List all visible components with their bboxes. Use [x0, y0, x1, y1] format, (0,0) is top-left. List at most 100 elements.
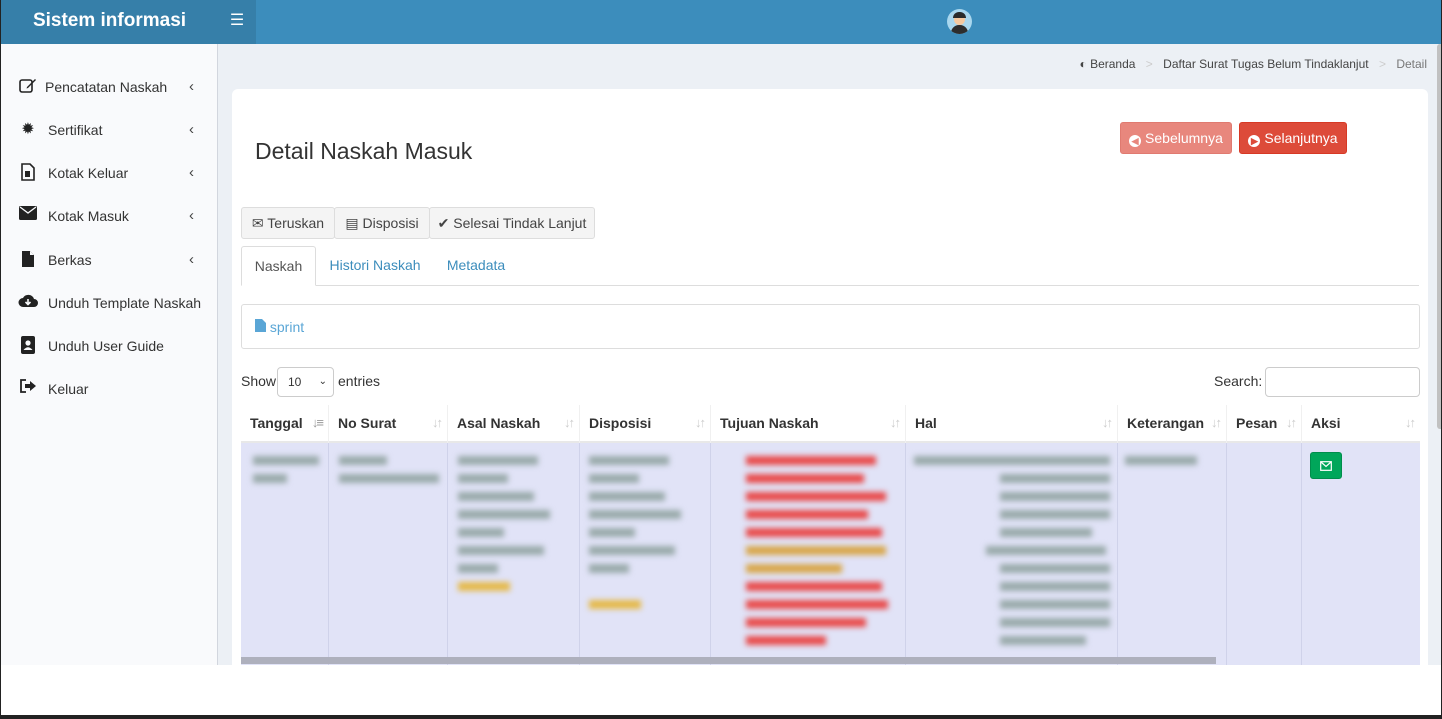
- previous-button[interactable]: ◀ Sebelumnya: [1120, 122, 1232, 154]
- dashboard-icon: ◐: [1079, 57, 1087, 71]
- chevron-left-icon: ‹: [189, 207, 194, 224]
- next-label: Selanjutnya: [1264, 130, 1338, 146]
- redacted-content: [253, 452, 323, 492]
- sort-icon: ↓↑: [695, 415, 706, 430]
- breadcrumb: ◐ Beranda > Daftar Surat Tugas Belum Tin…: [1079, 57, 1427, 71]
- sidebar-item-berkas[interactable]: Berkas ‹: [1, 250, 217, 290]
- user-avatar-icon[interactable]: [947, 9, 972, 34]
- column-label: Hal: [915, 415, 937, 431]
- envelope-icon: [18, 206, 38, 226]
- envelope-icon: ✉: [251, 215, 264, 231]
- window-bottom-border: [0, 715, 1442, 719]
- sign-out-icon: [18, 379, 38, 399]
- column-header-hal[interactable]: Hal ↓↑: [906, 405, 1118, 443]
- tab-histori-naskah[interactable]: Histori Naskah: [319, 246, 431, 286]
- column-header-keterangan[interactable]: Keterangan ↓↑: [1118, 405, 1227, 443]
- redacted-content: [339, 452, 443, 492]
- sidebar-item-sertifikat[interactable]: ✹ Sertifikat ‹: [1, 120, 217, 160]
- certificate-icon: ✹: [21, 121, 35, 138]
- user-guide-icon: [18, 336, 38, 356]
- column-header-no-surat[interactable]: No Surat ↓↑: [329, 405, 448, 443]
- horizontal-scrollbar[interactable]: [241, 657, 1216, 664]
- attachment-link[interactable]: sprint: [255, 319, 304, 335]
- cloud-download-icon: [18, 293, 38, 313]
- attachment-box: sprint: [241, 304, 1420, 349]
- redacted-content: [914, 452, 1112, 654]
- breadcrumb-separator: >: [1145, 57, 1153, 71]
- sort-icon: ↓↑: [890, 415, 901, 430]
- sidebar-item-label: Keluar: [48, 381, 89, 397]
- breadcrumb-list-link[interactable]: Daftar Surat Tugas Belum Tindaklanjut: [1163, 57, 1368, 71]
- column-header-disposisi[interactable]: Disposisi ↓↑: [580, 405, 711, 443]
- sort-icon: ↓↑: [432, 415, 443, 430]
- column-header-asal-naskah[interactable]: Asal Naskah ↓↑: [448, 405, 580, 443]
- column-header-pesan[interactable]: Pesan ↓↑: [1227, 405, 1302, 443]
- disposition-button[interactable]: ▤ Disposisi: [334, 207, 430, 239]
- show-label: Show: [241, 373, 277, 389]
- sidebar-item-unduh-user-guide[interactable]: Unduh User Guide: [1, 336, 217, 376]
- outbox-file-icon: [18, 163, 38, 183]
- sidebar-item-keluar[interactable]: Keluar: [1, 379, 217, 419]
- forward-button[interactable]: ✉ Teruskan: [241, 207, 335, 239]
- chevron-left-icon: ‹: [189, 164, 194, 181]
- chevron-left-icon: ‹: [189, 251, 194, 268]
- redacted-content: [589, 452, 699, 618]
- complete-followup-button[interactable]: ✔ Selesai Tindak Lanjut: [429, 207, 595, 239]
- sidebar-item-kotak-masuk[interactable]: Kotak Masuk ‹: [1, 206, 217, 246]
- page-title: Detail Naskah Masuk: [255, 138, 473, 164]
- sidebar-item-label: Kotak Keluar: [48, 165, 129, 181]
- send-message-button[interactable]: [1310, 452, 1342, 479]
- sidebar-item-label: Unduh User Guide: [48, 338, 164, 354]
- sidebar-item-unduh-template-naskah[interactable]: Unduh Template Naskah: [1, 293, 217, 333]
- vertical-scrollbar[interactable]: [1437, 44, 1441, 429]
- sort-icon: ↓↑: [1211, 415, 1222, 430]
- sort-icon: ↓↑: [1102, 415, 1113, 430]
- table-cell: [1227, 443, 1302, 665]
- sort-desc-icon: ↓≡: [311, 415, 324, 430]
- column-label: Pesan: [1236, 415, 1278, 431]
- file-icon: [18, 250, 38, 270]
- sidebar-item-pencatatan-naskah[interactable]: Pencatatan Naskah ‹: [1, 77, 217, 117]
- sidebar: Pencatatan Naskah ‹ ✹ Sertifikat ‹ Kotak…: [1, 44, 218, 665]
- attachment-name: sprint: [269, 319, 305, 335]
- column-header-tujuan-naskah[interactable]: Tujuan Naskah ↓↑: [711, 405, 906, 443]
- column-label: Aksi: [1311, 415, 1341, 431]
- sidebar-item-label: Sertifikat: [48, 122, 103, 138]
- previous-label: Sebelumnya: [1145, 130, 1223, 146]
- search-input[interactable]: [1265, 367, 1420, 397]
- column-label: Asal Naskah: [457, 415, 541, 431]
- column-label: No Surat: [338, 415, 397, 431]
- page-size-select[interactable]: 10 ⌄: [277, 367, 334, 397]
- chevron-left-icon: ‹: [189, 78, 194, 95]
- tab-metadata[interactable]: Metadata: [435, 246, 517, 286]
- check-icon: ✔: [437, 215, 450, 231]
- sidebar-item-label: Unduh Template Naskah: [48, 295, 202, 311]
- tab-naskah[interactable]: Naskah: [241, 246, 316, 286]
- redacted-content: [746, 452, 901, 654]
- sort-icon: ↓↑: [564, 415, 575, 430]
- entries-label: entries: [338, 373, 381, 389]
- chevron-left-icon: ‹: [189, 121, 194, 138]
- app-frame: Sistem informasi ☰ Pencatatan Naskah ‹ ✹…: [0, 0, 1442, 665]
- sort-icon: ↓↑: [1405, 415, 1416, 430]
- edit-icon: [18, 77, 38, 97]
- sort-icon: ↓↑: [1286, 415, 1297, 430]
- next-button[interactable]: ▶ Selanjutnya: [1239, 122, 1347, 154]
- breadcrumb-home-link[interactable]: Beranda: [1090, 57, 1135, 71]
- sidebar-toggle-button[interactable]: ☰: [218, 0, 256, 44]
- page-size-value: 10: [288, 375, 302, 389]
- breadcrumb-current: Detail: [1396, 57, 1427, 71]
- disposition-label: Disposisi: [362, 215, 419, 231]
- app-logo[interactable]: Sistem informasi: [1, 0, 218, 44]
- column-header-aksi[interactable]: Aksi ↓↑: [1302, 405, 1420, 443]
- column-label: Keterangan: [1127, 415, 1205, 431]
- sidebar-item-kotak-keluar[interactable]: Kotak Keluar ‹: [1, 163, 217, 203]
- hamburger-icon: ☰: [229, 12, 245, 29]
- arrow-circle-right-icon: ▶: [1248, 135, 1261, 147]
- file-icon: [255, 319, 270, 335]
- column-label: Tanggal: [250, 415, 303, 431]
- chevron-down-icon: ⌄: [318, 376, 327, 387]
- redacted-content: [1125, 452, 1205, 469]
- column-header-tanggal[interactable]: Tanggal ↓≡: [241, 405, 329, 443]
- search-label: Search:: [1214, 373, 1263, 389]
